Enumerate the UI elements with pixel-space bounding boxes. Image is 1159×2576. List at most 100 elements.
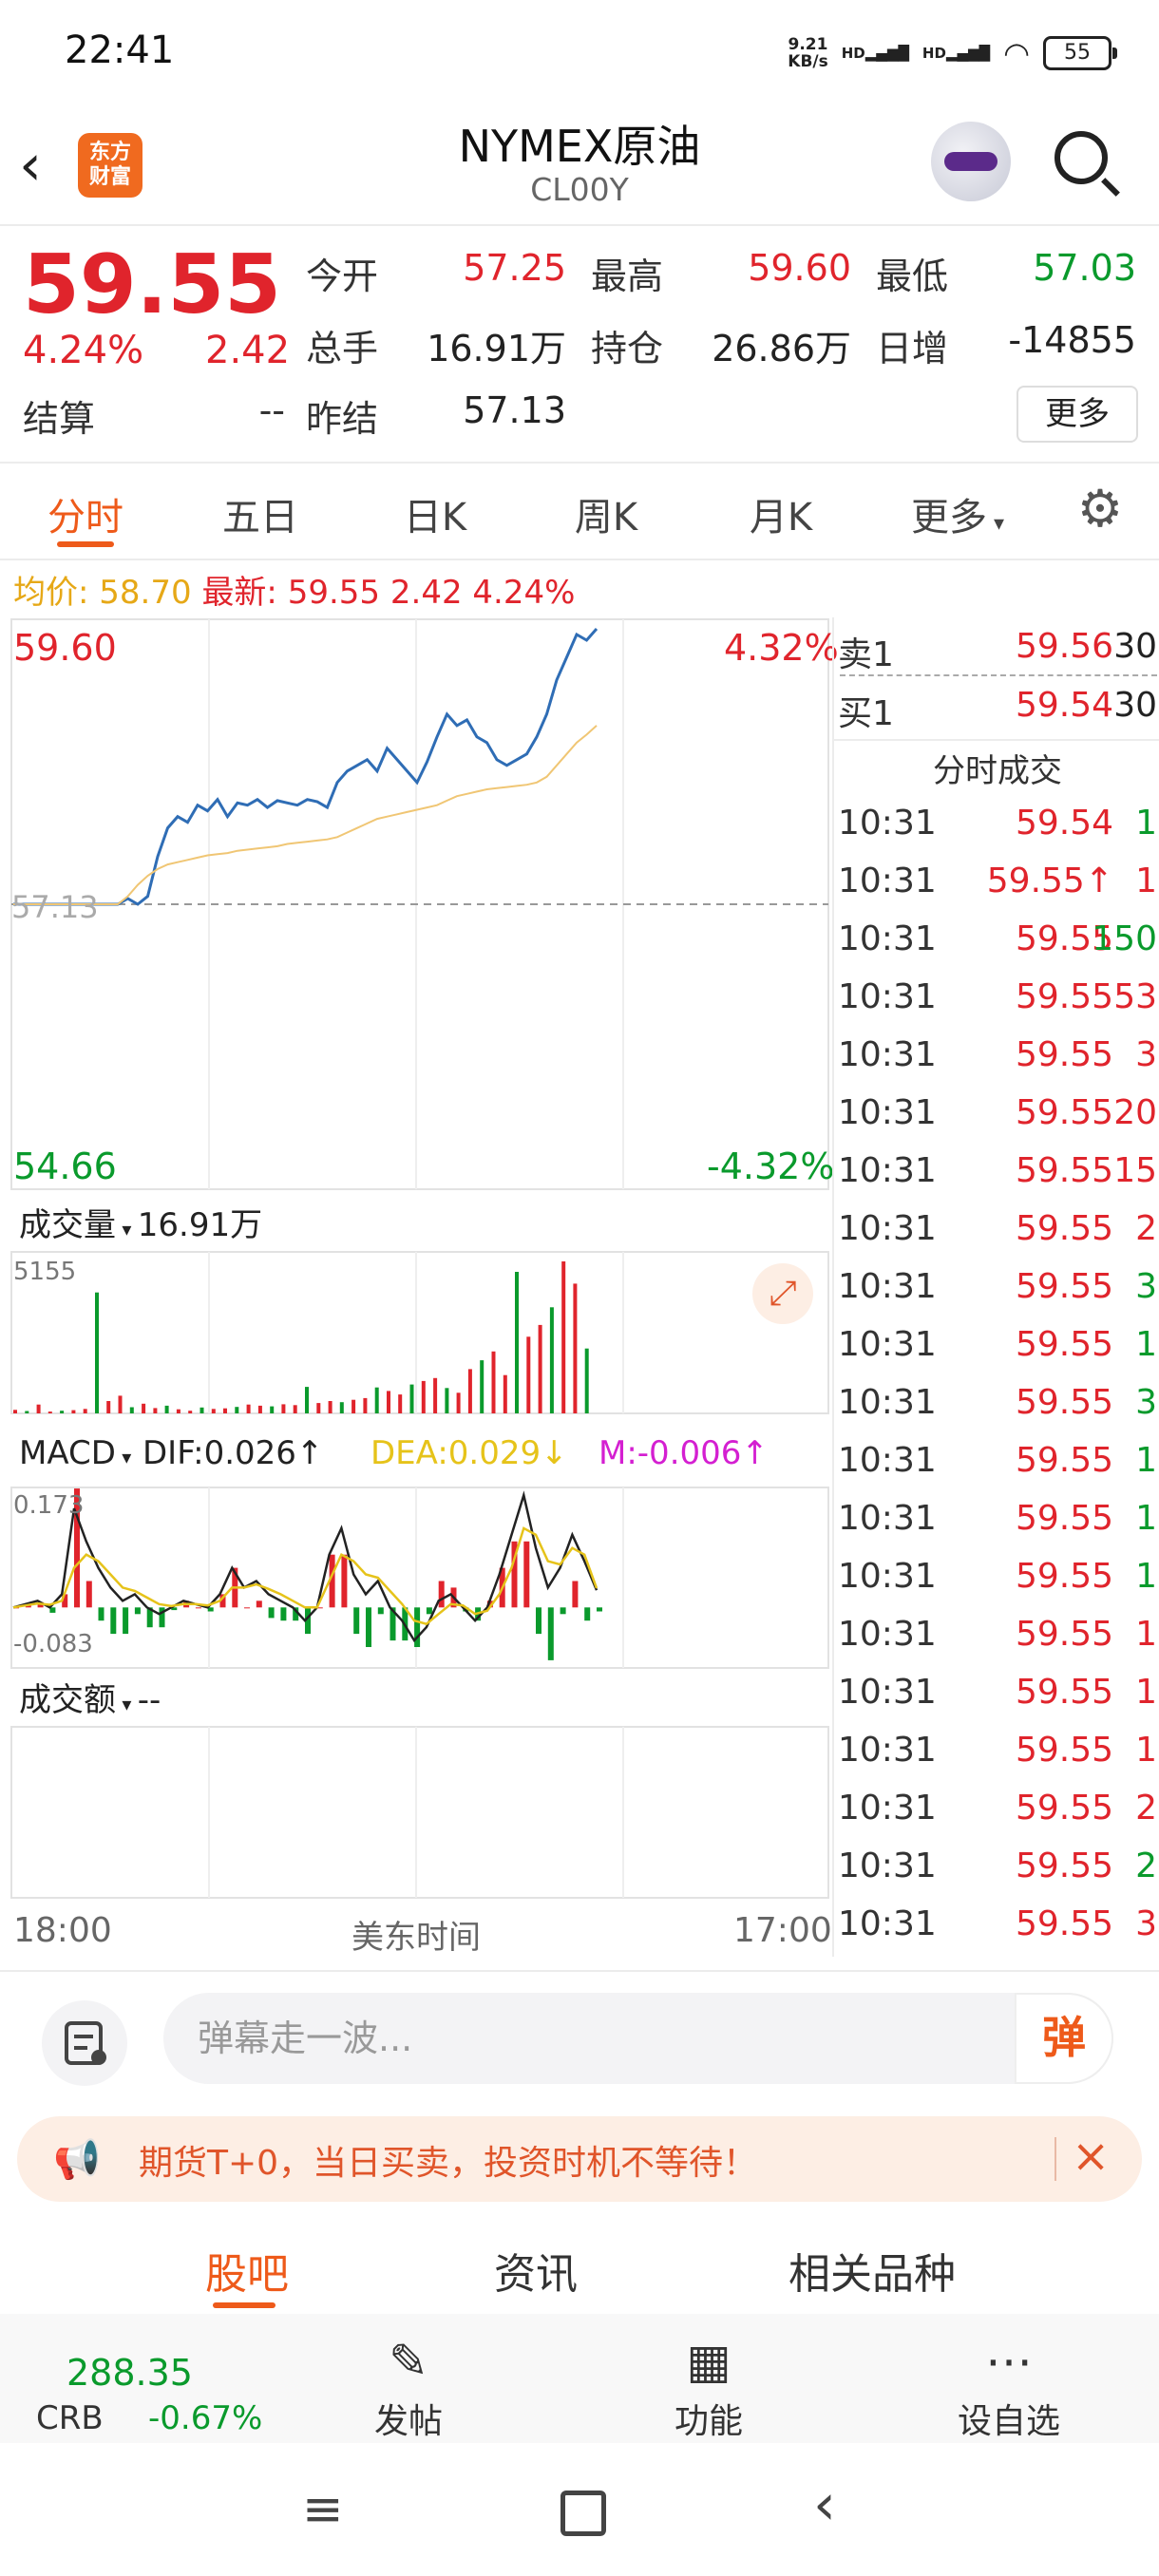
macd-bar [268, 1607, 275, 1619]
gear-icon[interactable]: ⚙ [1074, 483, 1127, 536]
trade-price: 59.55 [1015, 1731, 1113, 1770]
trade-volume: 3 [1135, 1383, 1157, 1422]
low-label: 最低 [876, 256, 949, 297]
pct-bottom-label: -4.32% [707, 1146, 835, 1187]
trade-price: 59.55 [1015, 1267, 1113, 1306]
volume-bar [573, 1283, 578, 1413]
danmu-button[interactable]: 弹 [1015, 1993, 1113, 2084]
tab-monthly-k[interactable]: 月K [695, 486, 866, 541]
tab-related[interactable]: 相关品种 [768, 2240, 977, 2301]
net-speed-value: 9.21 [788, 35, 828, 54]
tab-intraday[interactable]: 分时 [0, 486, 171, 541]
x-mid-label: 美东时间 [352, 1919, 481, 1957]
back-icon[interactable]: ‹ [19, 137, 66, 196]
volume-bar [433, 1377, 438, 1413]
open-value: 57.25 [463, 247, 566, 289]
volume-bar [142, 1403, 146, 1413]
close-icon[interactable]: × [1072, 2130, 1110, 2183]
macd-bar [134, 1607, 141, 1615]
volume-bar [200, 1407, 204, 1413]
trade-volume: 53 [1113, 977, 1157, 1016]
trade-price: 59.55 [1015, 1904, 1113, 1943]
trade-volume: 1 [1135, 804, 1157, 843]
ask-volume: 30 [1113, 627, 1157, 666]
volume-bar [188, 1411, 193, 1413]
trade-row: 10:31 59.55 1 [834, 1673, 1159, 1730]
home-icon[interactable] [560, 2491, 606, 2536]
app-logo[interactable]: 东方 财富 [78, 133, 142, 198]
macd-bar [256, 1601, 262, 1608]
price-lines [13, 628, 598, 906]
chart-tabs: 分时 五日 日K 周K 月K 更多 ▾ ⚙ [0, 464, 1159, 560]
function-button[interactable]: ▦ 功能 [614, 2333, 804, 2443]
volume-bar [363, 1397, 368, 1413]
avg-label: 均价: [13, 574, 89, 612]
trade-time: 10:31 [838, 1904, 937, 1943]
tab-news[interactable]: 资讯 [469, 2240, 602, 2301]
danmu-input[interactable]: 弹幕走一波... [163, 1993, 1113, 2084]
trade-price: 59.55 [1015, 977, 1113, 1016]
volume-bar [305, 1387, 309, 1413]
trade-time: 10:31 [838, 1673, 937, 1712]
macd-bar [353, 1607, 360, 1635]
assistant-avatar-icon[interactable] [931, 122, 1011, 201]
tab-daily-k[interactable]: 日K [350, 486, 521, 541]
trade-volume: 150 [1092, 919, 1157, 958]
trade-row: 10:31 59.55 1 [834, 1557, 1159, 1614]
expand-icon[interactable]: ⤢ [752, 1263, 813, 1324]
macd-bottom-label: -0.083 [13, 1630, 93, 1658]
macd-bar [280, 1607, 287, 1621]
trade-time: 10:31 [838, 1267, 937, 1306]
volume-bar [176, 1409, 180, 1413]
post-label: 发帖 [373, 2402, 443, 2441]
volume-selector[interactable]: 成交量 ▾ 16.91万 [19, 1199, 262, 1245]
volume-bar [48, 1411, 52, 1413]
trade-price: 59.55 [1015, 1441, 1113, 1480]
tab-guba[interactable]: 股吧 [180, 2240, 314, 2301]
caret-down-icon: ▾ [986, 512, 1005, 536]
amount-panel-frame [10, 1726, 829, 1899]
chart-area[interactable]: 59.60 4.32% 57.13 54.66 -4.32% 成交量 ▾ 16.… [0, 617, 839, 1957]
volume-bar [538, 1324, 542, 1413]
add-watchlist-button[interactable]: ⋯ 设自选 [914, 2333, 1104, 2443]
search-icon[interactable] [1054, 131, 1108, 184]
tab-more[interactable]: 更多 ▾ [872, 486, 1043, 541]
volume-bar [561, 1261, 566, 1413]
volume-value: 16.91万 [427, 328, 566, 369]
post-button[interactable]: ✎ 发帖 [314, 2333, 504, 2443]
trade-row: 10:31 59.55 2 [834, 1209, 1159, 1266]
amount-selector[interactable]: 成交额 ▾ -- [19, 1674, 161, 1720]
trade-volume: 20 [1113, 1093, 1157, 1132]
macd-title: MACD [19, 1434, 116, 1472]
x-start-label: 18:00 [13, 1911, 112, 1950]
index-name[interactable]: CRB [36, 2399, 104, 2437]
trade-row: 10:31 59.55 20 [834, 1093, 1159, 1150]
index-value[interactable]: 288.35 [66, 2352, 193, 2394]
add-watchlist-label: 设自选 [957, 2402, 1060, 2441]
trade-volume: 2 [1135, 1847, 1157, 1885]
volume-bar [71, 1410, 76, 1413]
tab-weekly-k[interactable]: 周K [521, 486, 692, 541]
latest-change: 2.42 [390, 574, 463, 612]
promo-banner[interactable]: 📢 期货T+0，当日买卖，投资时机不等待！ × [17, 2116, 1142, 2202]
tab-five-day[interactable]: 五日 [175, 486, 346, 541]
trade-volume: 1 [1135, 1731, 1157, 1770]
trade-volume: 3 [1135, 1035, 1157, 1074]
more-button[interactable]: 更多 [1016, 386, 1138, 443]
signal-icon: HD▂▄▆█ [841, 45, 909, 62]
ask-label: 卖1 [838, 635, 894, 674]
book-divider [840, 674, 1157, 676]
menu-icon[interactable]: ≡ [302, 2481, 344, 2538]
trade-row: 10:31 59.55↑ 1 [834, 862, 1159, 919]
index-change[interactable]: -0.67% [148, 2399, 262, 2437]
trade-row: 10:31 59.55 15 [834, 1151, 1159, 1208]
trade-time: 10:31 [838, 1093, 937, 1132]
trade-price: 59.55 [1015, 1847, 1113, 1885]
status-bar: 22:41 9.21 KB/s HD▂▄▆█ HD▂▄▆█ ◠ 55 [0, 0, 1159, 104]
document-icon[interactable] [42, 2000, 127, 2086]
volume-bar [235, 1407, 239, 1413]
trade-time: 10:31 [838, 1383, 937, 1422]
back-nav-icon[interactable]: ‹ [813, 2472, 836, 2538]
trade-price: 59.55↑ [986, 862, 1113, 900]
macd-selector[interactable]: MACD ▾ [19, 1434, 131, 1472]
